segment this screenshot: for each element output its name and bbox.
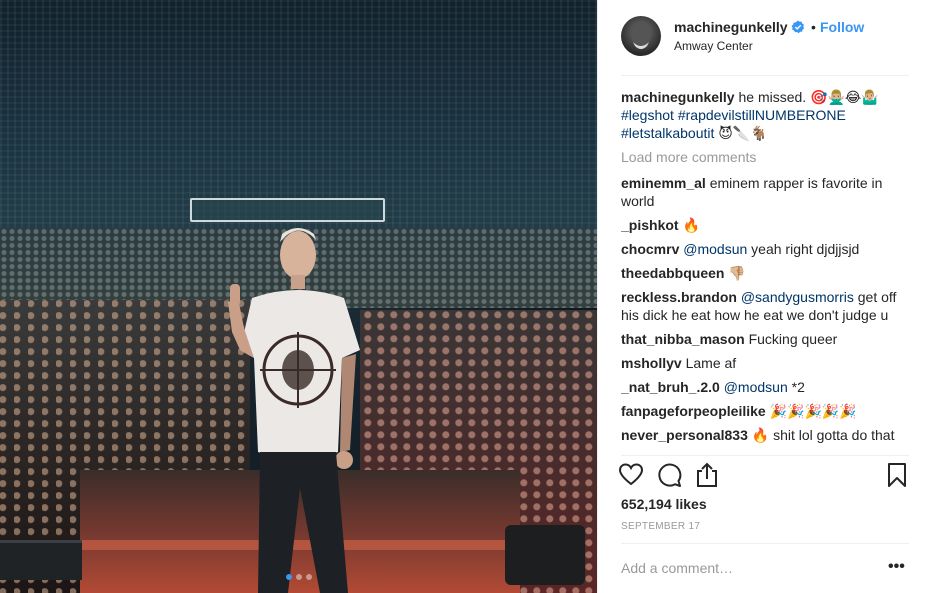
likes-count[interactable]: 652,194 likes (621, 496, 707, 512)
comment-text: 🎉🎉🎉🎉🎉 (765, 403, 857, 419)
hashtag-link[interactable]: #rapdevilstillNUMBERONE (678, 107, 846, 123)
add-comment-input[interactable]: Add a comment… (621, 560, 733, 576)
header-divider (621, 75, 909, 76)
comment-text: 🔥 shit lol gotta do that (747, 427, 895, 443)
post-header: machinegunkelly • Follow Amway Center (598, 0, 931, 76)
post-date: SEPTEMBER 17 (621, 521, 701, 532)
more-options-icon[interactable]: ••• (888, 558, 905, 576)
caption-username[interactable]: machinegunkelly (621, 89, 735, 105)
post-username[interactable]: machinegunkelly (674, 19, 788, 35)
carousel-dot-1[interactable] (285, 574, 292, 580)
comment-item: chocmrv @modsun yeah right djdjjsjd (621, 240, 913, 258)
comment-text: 🔥 (678, 217, 700, 233)
performer-figure (228, 228, 360, 593)
comment-item: that_nibba_mason Fucking queer (621, 330, 913, 348)
load-more-comments-button[interactable]: Load more comments (621, 148, 913, 166)
post-photo[interactable] (0, 0, 597, 593)
comment-mention[interactable]: @modsun (683, 241, 747, 257)
arena-upper-seating (0, 0, 597, 230)
comment-box-divider (621, 543, 909, 544)
carousel-dot-3[interactable] (305, 574, 312, 580)
comment-username[interactable]: chocmrv (621, 241, 679, 257)
comment-username[interactable]: never_personal833 (621, 427, 748, 443)
comment-mention[interactable]: @sandygusmorris (741, 289, 854, 305)
comment-text: Lame af (681, 355, 737, 371)
post-side-panel: machinegunkelly • Follow Amway Center ma… (597, 0, 931, 593)
comment-item: mshollyv Lame af (621, 354, 913, 372)
comment-username[interactable]: _pishkot (621, 217, 679, 233)
comment-username[interactable]: _nat_bruh_.2.0 (621, 379, 720, 395)
comment-item: never_personal833 🔥 shit lol gotta do th… (621, 426, 913, 444)
comment-mention[interactable]: @modsun (724, 379, 788, 395)
comment-text: yeah right djdjjsjd (747, 241, 860, 257)
comment-icon[interactable] (656, 462, 682, 488)
bookmark-icon[interactable] (884, 462, 910, 488)
comment-item: reckless.brandon @sandygusmorris get off… (621, 288, 913, 324)
action-bar (618, 460, 910, 490)
post-location[interactable]: Amway Center (674, 39, 753, 53)
carousel-dot-2[interactable] (295, 574, 302, 580)
instagram-post: machinegunkelly • Follow Amway Center ma… (0, 0, 931, 593)
heart-icon[interactable] (618, 462, 644, 488)
hashtag-link[interactable]: #legshot (621, 107, 674, 123)
comment-username[interactable]: mshollyv (621, 355, 682, 371)
comment-item: theedabbqueen 👎🏼 (621, 264, 913, 282)
caption-emoji: 😈🔪🐐 (714, 125, 768, 141)
avatar-face (631, 22, 651, 49)
comment-text: *2 (787, 379, 805, 395)
comment-text: 👎🏼 (724, 265, 746, 281)
comment-text: Fucking queer (744, 331, 838, 347)
comments-list[interactable]: machinegunkelly he missed. 🎯🙅🏼‍♂️😂🤷🏼‍♂️ … (621, 88, 913, 454)
comment-item: eminemm_al eminem rapper is favorite in … (621, 174, 913, 210)
hashtag-link[interactable]: #letstalkaboutit (621, 125, 714, 141)
post-caption: machinegunkelly he missed. 🎯🙅🏼‍♂️😂🤷🏼‍♂️ … (621, 88, 913, 142)
comment-username[interactable]: that_nibba_mason (621, 331, 745, 347)
comment-username[interactable]: fanpageforpeopleilike (621, 403, 766, 419)
comment-item: fanpageforpeopleilike 🎉🎉🎉🎉🎉 (621, 402, 913, 420)
comment-item: _nat_bruh_.2.0 @modsun *2 (621, 378, 913, 396)
avatar[interactable] (621, 16, 661, 56)
carousel-indicator (0, 574, 597, 580)
arena-scoreboard (190, 198, 385, 222)
comment-username[interactable]: reckless.brandon (621, 289, 737, 305)
follow-button[interactable]: Follow (820, 19, 864, 35)
verified-badge-icon (791, 20, 805, 34)
share-icon[interactable] (694, 462, 720, 488)
comment-username[interactable]: eminemm_al (621, 175, 706, 191)
actions-divider (621, 455, 909, 456)
comment-item: _pishkot 🔥 (621, 216, 913, 234)
caption-text: he missed. 🎯🙅🏼‍♂️😂🤷🏼‍♂️ (734, 89, 879, 105)
header-bullet: • (811, 19, 816, 35)
comment-username[interactable]: theedabbqueen (621, 265, 724, 281)
